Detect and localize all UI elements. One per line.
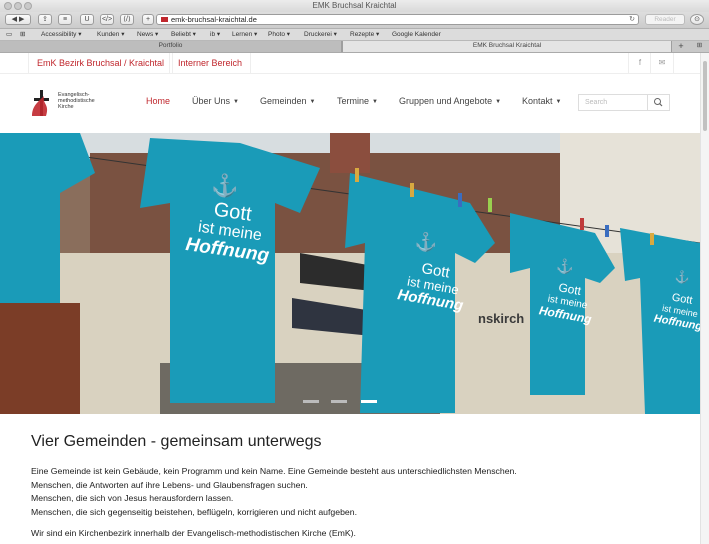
nav-home[interactable]: Home xyxy=(146,96,170,106)
url-text: emk-bruchsal-kraichtal.de xyxy=(171,15,257,24)
code-slash-icon[interactable]: ⟨/⟩ xyxy=(120,14,134,25)
browser-toolbar: ◀ ▶ ⇪ ≡ U </> ⟨/⟩ + emk-bruchsal-kraicht… xyxy=(0,12,709,29)
address-bar[interactable]: emk-bruchsal-kraichtal.de ↻ xyxy=(156,14,639,25)
logo-text: Evangelisch- methodistische Kirche xyxy=(58,92,95,110)
bookmark-druckerei[interactable]: Druckerei ▾ xyxy=(304,30,337,39)
tab-bar: Portfolio EMK Bruchsal Kraichtal + ⊞ xyxy=(0,41,709,53)
tab-portfolio[interactable]: Portfolio xyxy=(0,41,342,52)
link-bezirk[interactable]: EmK Bezirk Bruchsal / Kraichtal xyxy=(28,53,174,73)
page-scrollbar[interactable] xyxy=(700,53,709,544)
svg-text:⚓: ⚓ xyxy=(556,258,573,275)
favicon-icon xyxy=(161,17,168,22)
bookmark-news[interactable]: News ▾ xyxy=(137,30,158,39)
svg-text:⚓: ⚓ xyxy=(211,173,238,198)
bookmark-rezepte[interactable]: Rezepte ▾ xyxy=(350,30,379,39)
downloads-icon[interactable]: ⊙ xyxy=(690,14,704,25)
nav-gemeinden[interactable]: Gemeinden ▼ xyxy=(260,96,315,106)
svg-text:⚓: ⚓ xyxy=(675,270,690,284)
site-logo[interactable]: Evangelisch- methodistische Kirche xyxy=(30,88,100,118)
scrollbar-thumb[interactable] xyxy=(703,61,707,131)
intro-paragraph: Eine Gemeinde ist kein Gebäude, kein Pro… xyxy=(31,466,517,517)
new-tab-plus-icon[interactable]: + xyxy=(142,14,154,25)
tab-emk[interactable]: EMK Bruchsal Kraichtal xyxy=(342,41,672,52)
history-icon[interactable]: ≡ xyxy=(58,14,72,25)
nav-termine[interactable]: Termine ▼ xyxy=(337,96,378,106)
code-icon[interactable]: </> xyxy=(100,14,114,25)
bookmark-beliebt[interactable]: Beliebt ▾ xyxy=(171,30,196,39)
site-topbar: EmK Bezirk Bruchsal / Kraichtal Interner… xyxy=(0,53,700,74)
search-button[interactable] xyxy=(648,94,670,111)
new-tab-button[interactable]: + xyxy=(672,41,690,52)
bookmark-lernen[interactable]: Lernen ▾ xyxy=(232,30,257,39)
bookmarks-bar: ▭ ⊞ Accessibility ▾ Kunden ▾ News ▾ Beli… xyxy=(0,29,709,41)
chevron-down-icon: ▼ xyxy=(555,99,562,105)
share-icon[interactable]: ⇪ xyxy=(38,14,52,25)
slider-dot-3-active[interactable] xyxy=(361,400,377,403)
page-heading: Vier Gemeinden - gemeinsam unterwegs xyxy=(31,433,322,450)
cross-flame-logo-icon xyxy=(32,90,49,116)
facebook-icon[interactable]: f xyxy=(628,53,651,73)
reader-button[interactable]: Reader xyxy=(645,14,685,25)
hero-slider[interactable]: ⚓ ⚓ ⚓ ⚓ Gott ist meine Hoffnung Gott ist… xyxy=(0,133,700,414)
tab-overview-icon[interactable]: ⊞ xyxy=(690,41,709,52)
reload-icon[interactable]: ↻ xyxy=(629,15,635,24)
chevron-down-icon: ▼ xyxy=(495,99,502,105)
search-input[interactable]: Search xyxy=(578,94,648,111)
bookmark-accessibility[interactable]: Accessibility ▾ xyxy=(41,30,81,39)
reading-list-icon[interactable]: ▭ xyxy=(6,30,12,39)
link-interner-bereich[interactable]: Interner Bereich xyxy=(169,53,252,73)
back-forward-buttons[interactable]: ◀ ▶ xyxy=(5,14,31,25)
bookmarks-icon[interactable]: ⊞ xyxy=(20,30,25,39)
bookmark-google-kalender[interactable]: Google Kalender xyxy=(392,30,441,39)
chevron-down-icon: ▼ xyxy=(233,99,239,105)
web-page: EmK Bezirk Bruchsal / Kraichtal Interner… xyxy=(0,53,709,544)
window-title: EMK Bruchsal Kraichtal xyxy=(312,1,397,10)
svg-text:⚓: ⚓ xyxy=(415,231,437,252)
window-titlebar: EMK Bruchsal Kraichtal xyxy=(0,0,709,12)
nav-ueber-uns[interactable]: Über Uns ▼ xyxy=(192,96,239,106)
search-icon xyxy=(654,98,663,107)
bookmark-kunden[interactable]: Kunden ▾ xyxy=(97,30,124,39)
bookmark-photo[interactable]: Photo ▾ xyxy=(268,30,290,39)
extension-u-icon[interactable]: U xyxy=(80,14,94,25)
mail-icon[interactable]: ✉ xyxy=(650,53,674,73)
nav-kontakt[interactable]: Kontakt ▼ xyxy=(522,96,561,106)
slider-dot-2[interactable] xyxy=(331,400,347,403)
chevron-down-icon: ▼ xyxy=(309,99,316,105)
bezirk-paragraph: Wir sind ein Kirchenbezirk innerhalb der… xyxy=(31,528,356,538)
chevron-down-icon: ▼ xyxy=(372,99,378,105)
bookmark-ib[interactable]: ib ▾ xyxy=(210,30,220,39)
slider-dot-1[interactable] xyxy=(303,400,319,403)
hero-image: ⚓ ⚓ ⚓ ⚓ xyxy=(0,133,700,414)
nav-gruppen[interactable]: Gruppen und Angebote ▼ xyxy=(399,96,501,106)
hero-sign-text: nskirch xyxy=(478,311,525,326)
